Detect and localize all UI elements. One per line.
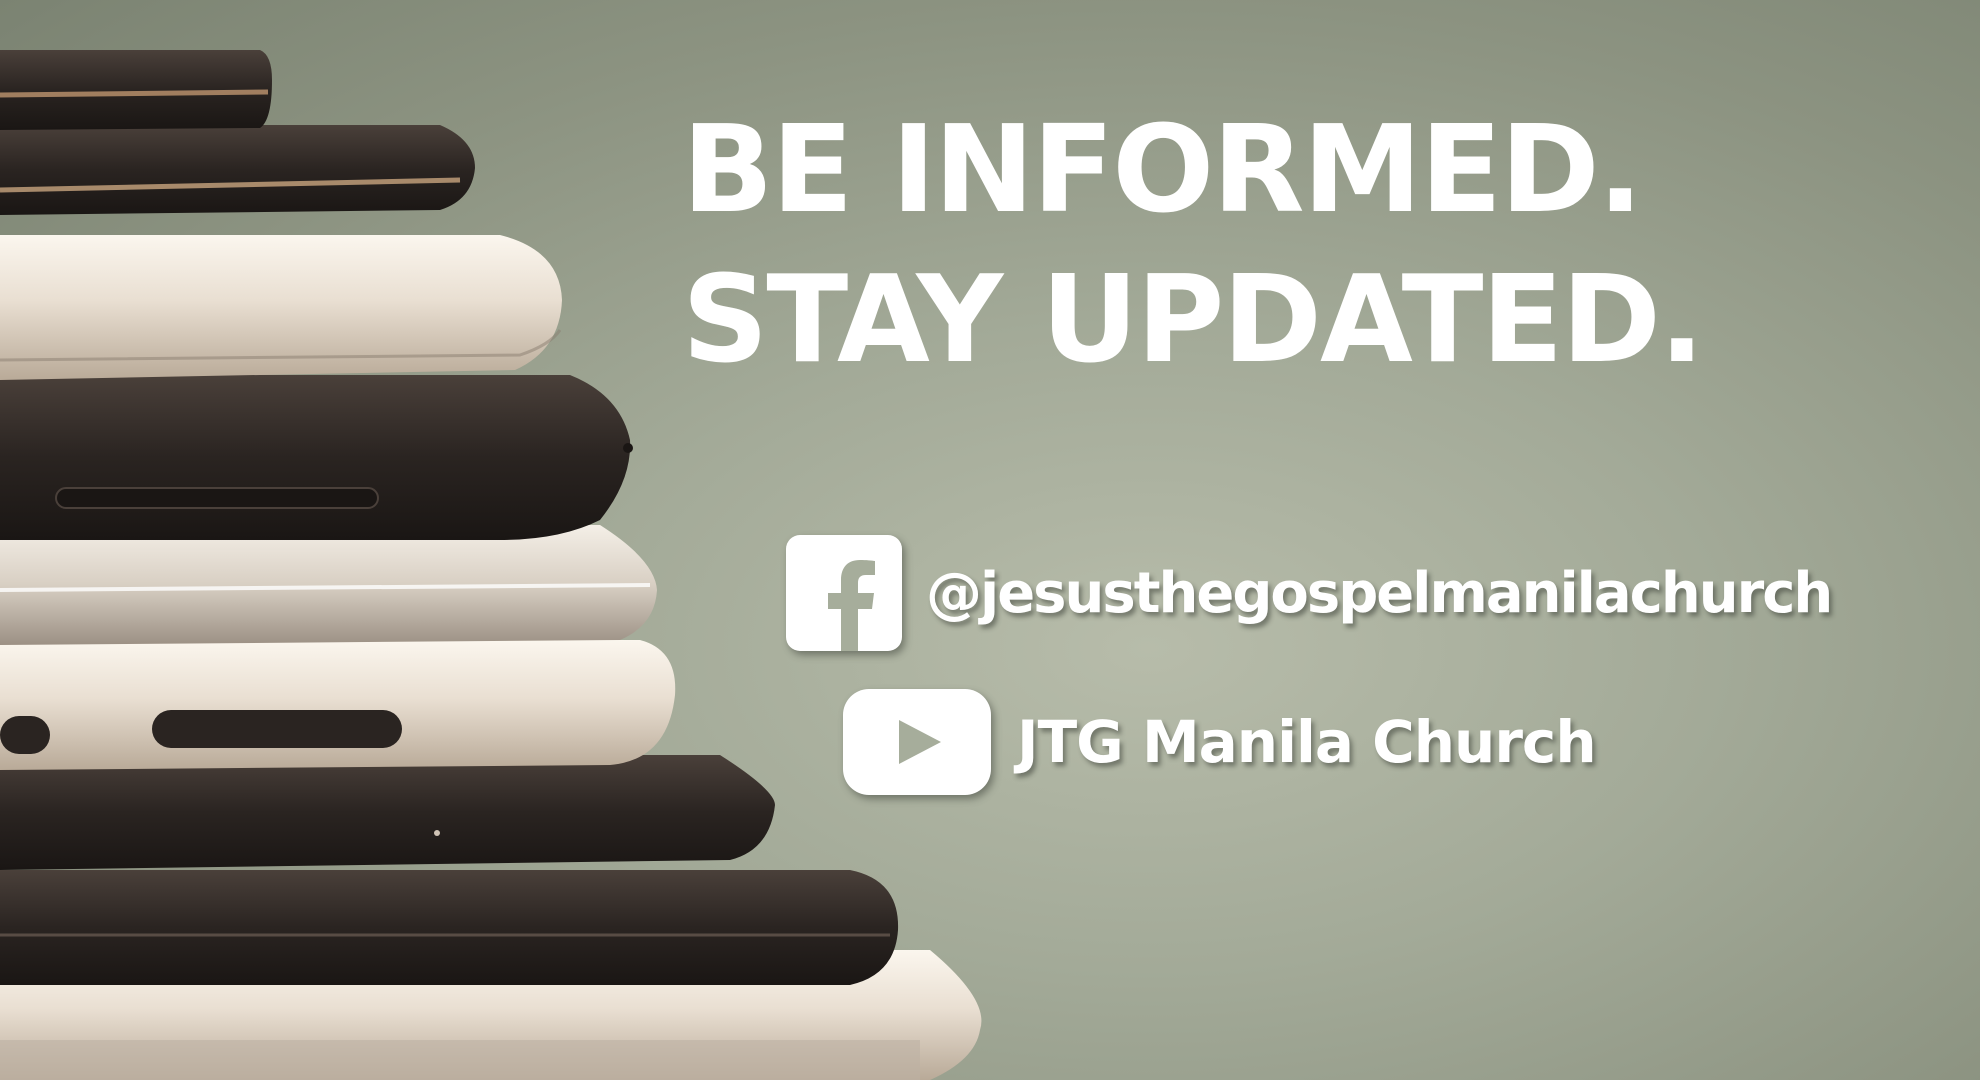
facebook-icon <box>786 535 902 651</box>
headline: BE INFORMED. STAY UPDATED. <box>682 96 1705 396</box>
headline-line-2: STAY UPDATED. <box>682 251 1705 390</box>
facebook-link[interactable]: @jesusthegospelmanilachurch <box>786 535 1833 651</box>
youtube-link[interactable]: JTG Manila Church <box>843 689 1597 795</box>
youtube-channel-name: JTG Manila Church <box>1017 708 1597 776</box>
headline-line-1: BE INFORMED. <box>682 101 1643 240</box>
promo-banner: BE INFORMED. STAY UPDATED. @jesusthegosp… <box>0 0 1980 1080</box>
youtube-play-icon <box>843 689 991 795</box>
facebook-handle: @jesusthegospelmanilachurch <box>926 560 1833 626</box>
